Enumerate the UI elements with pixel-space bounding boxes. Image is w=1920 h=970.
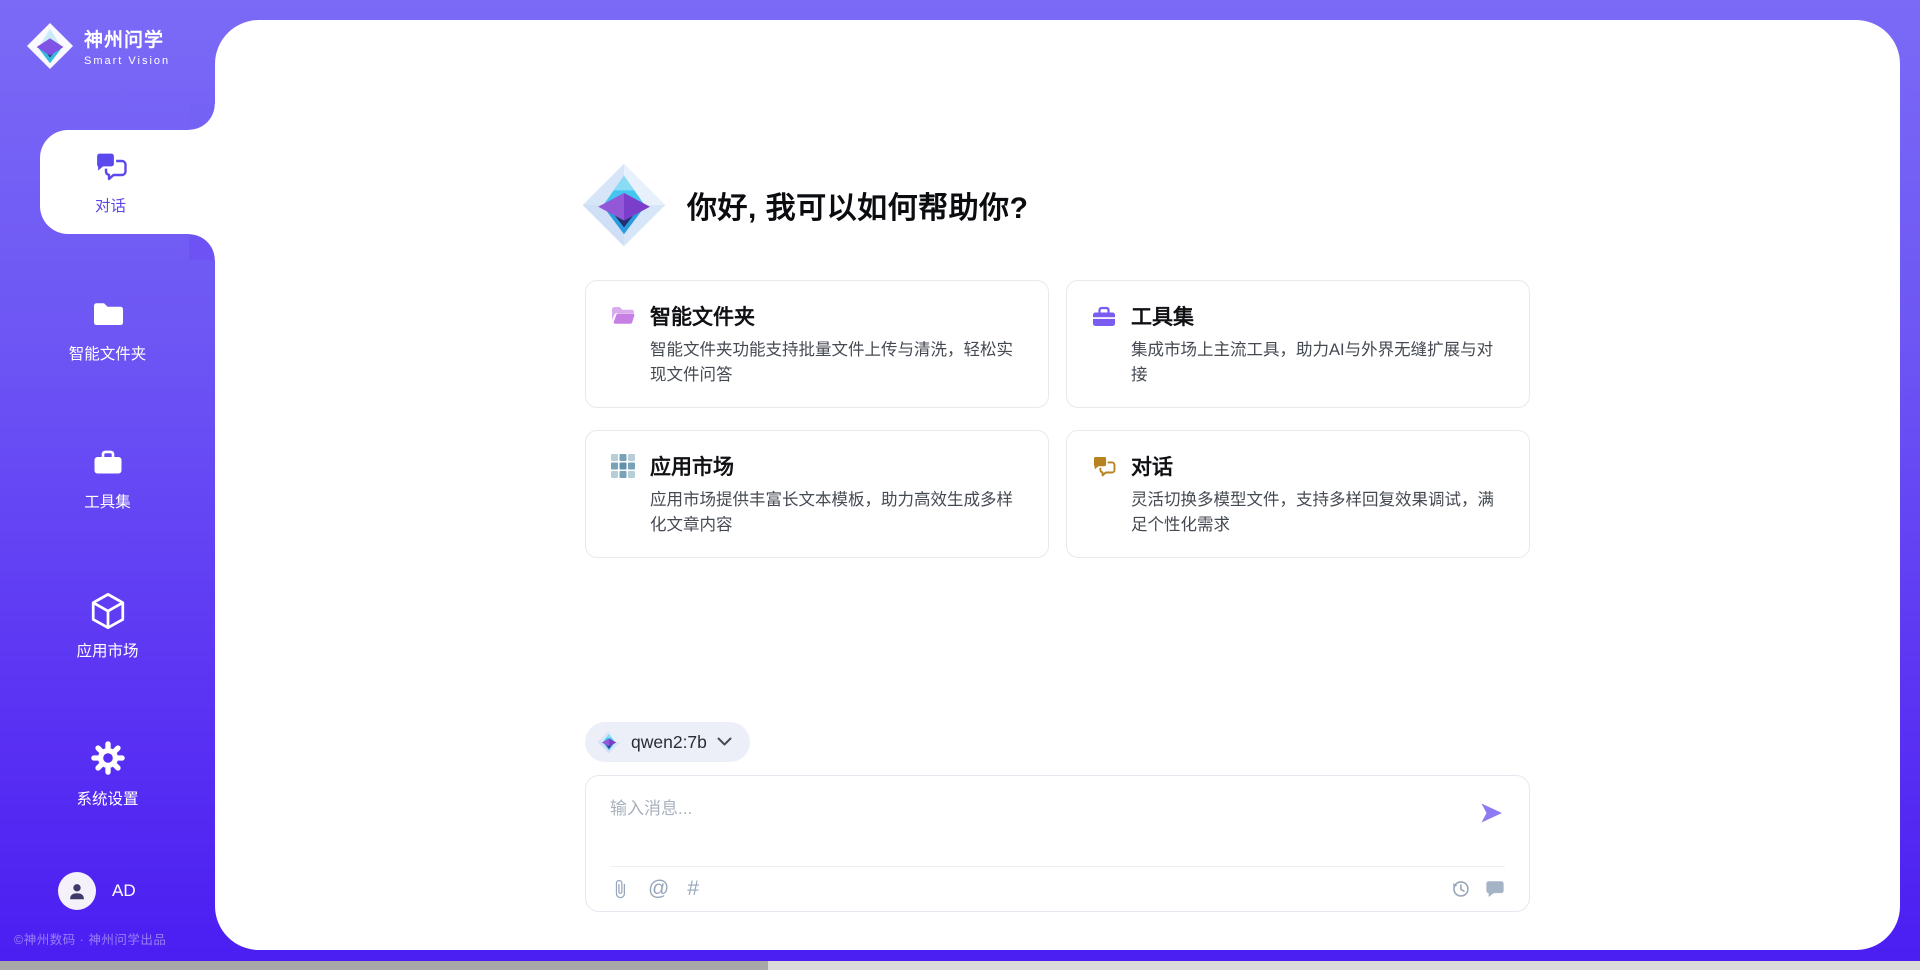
history-icon[interactable] — [1450, 878, 1471, 899]
brand-name: 神州问学 — [84, 25, 170, 52]
user-account[interactable]: AD — [58, 872, 136, 910]
sidebar-item-toolbox[interactable]: 工具集 — [0, 426, 215, 530]
send-icon[interactable] — [1479, 800, 1505, 826]
main-panel: 你好, 我可以如何帮助你? 智能文件夹 智能文件夹功能支持批量文件上传与清洗，轻… — [215, 20, 1900, 950]
sidebar-item-smart-folder[interactable]: 智能文件夹 — [0, 278, 215, 382]
quick-phrase-icon[interactable] — [1485, 879, 1505, 899]
toolbox-icon — [90, 444, 126, 480]
sidebar-item-chat[interactable]: 对话 — [40, 130, 215, 234]
brand: 神州问学 Smart Vision — [26, 22, 170, 70]
chat-icon — [93, 148, 129, 184]
sidebar-nav: 对话 智能文件夹 工具集 — [0, 130, 215, 870]
mention-icon[interactable]: @ — [648, 878, 669, 899]
card-title: 应用市场 — [650, 451, 734, 481]
chat-icon — [1091, 453, 1117, 479]
brand-subtitle: Smart Vision — [84, 55, 170, 67]
horizontal-scrollbar[interactable] — [0, 961, 1920, 970]
feature-cards: 智能文件夹 智能文件夹功能支持批量文件上传与清洗，轻松实现文件问答 工具集 集 — [585, 280, 1530, 558]
card-smart-folder[interactable]: 智能文件夹 智能文件夹功能支持批量文件上传与清洗，轻松实现文件问答 — [585, 280, 1049, 408]
card-description: 智能文件夹功能支持批量文件上传与清洗，轻松实现文件问答 — [650, 338, 1024, 388]
gear-icon — [89, 739, 127, 777]
card-app-market[interactable]: 应用市场 应用市场提供丰富长文本模板，助力高效生成多样化文章内容 — [585, 430, 1049, 558]
card-description: 集成市场上主流工具，助力AI与外界无缝扩展与对接 — [1131, 338, 1505, 388]
sidebar-item-app-market[interactable]: 应用市场 — [0, 574, 215, 678]
brand-logo-icon — [26, 22, 74, 70]
attach-icon[interactable] — [610, 879, 630, 899]
folder-open-icon — [610, 303, 636, 329]
user-name: AD — [112, 881, 136, 901]
sidebar-item-label: 智能文件夹 — [69, 342, 147, 364]
sidebar-item-label: 对话 — [95, 194, 126, 216]
assistant-logo-icon — [581, 162, 667, 248]
person-icon — [66, 880, 88, 902]
scrollbar-thumb[interactable] — [0, 961, 768, 970]
composer: 输入消息... @ # — [585, 775, 1530, 912]
card-description: 应用市场提供丰富长文本模板，助力高效生成多样化文章内容 — [650, 488, 1024, 538]
model-logo-icon — [597, 730, 621, 754]
sidebar-item-label: 应用市场 — [76, 639, 138, 661]
toolbox-icon — [1091, 303, 1117, 329]
sidebar-item-settings[interactable]: 系统设置 — [0, 722, 215, 826]
chevron-down-icon — [717, 737, 732, 747]
card-title: 工具集 — [1131, 301, 1194, 331]
sidebar-item-label: 工具集 — [84, 490, 131, 512]
greeting-title: 你好, 我可以如何帮助你? — [687, 183, 1029, 227]
sidebar-item-label: 系统设置 — [76, 787, 138, 809]
card-toolbox[interactable]: 工具集 集成市场上主流工具，助力AI与外界无缝扩展与对接 — [1066, 280, 1530, 408]
cube-icon — [89, 591, 127, 629]
greeting: 你好, 我可以如何帮助你? — [581, 162, 1530, 248]
avatar — [58, 872, 96, 910]
card-chat[interactable]: 对话 灵活切换多模型文件，支持多样回复效果调试，满足个性化需求 — [1066, 430, 1530, 558]
grid-cube-icon — [610, 453, 636, 479]
model-name: qwen2:7b — [631, 732, 707, 753]
card-title: 对话 — [1131, 451, 1173, 481]
hash-icon[interactable]: # — [687, 878, 699, 899]
folder-icon — [90, 296, 126, 332]
card-description: 灵活切换多模型文件，支持多样回复效果调试，满足个性化需求 — [1131, 488, 1505, 538]
sidebar: 神州问学 Smart Vision 对话 智能文件夹 — [0, 0, 215, 970]
message-input[interactable]: 输入消息... — [610, 790, 1479, 819]
copyright: ©神州数码 · 神州问学出品 — [14, 929, 166, 948]
model-selector[interactable]: qwen2:7b — [585, 722, 750, 762]
card-title: 智能文件夹 — [650, 301, 755, 331]
